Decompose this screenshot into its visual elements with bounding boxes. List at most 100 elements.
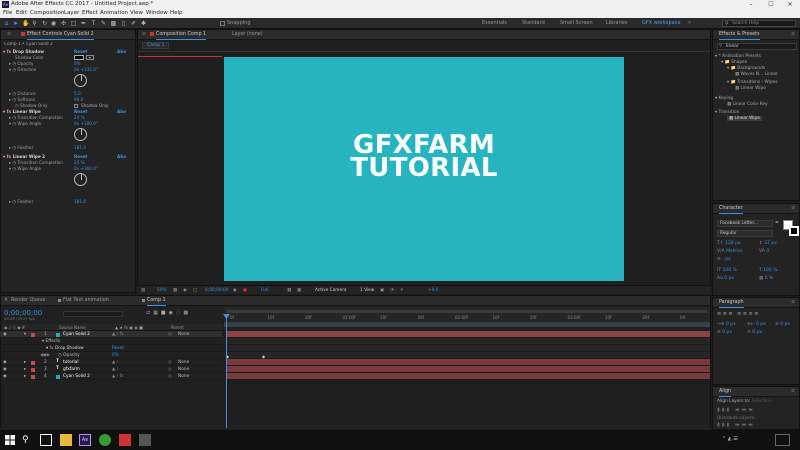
parent-pickwhip-icon[interactable]: ◎ — [168, 374, 172, 379]
workspace-essentials[interactable]: Essentials — [482, 20, 507, 26]
close-button[interactable]: ✕ — [780, 0, 800, 9]
view-layout-dropdown[interactable]: 1 View — [360, 288, 374, 293]
layer-bar[interactable] — [226, 359, 710, 366]
align-to-dropdown[interactable]: Selection — [752, 399, 772, 404]
panel-menu-icon[interactable]: ≡ — [791, 389, 795, 394]
menu-animation[interactable]: Animation — [100, 10, 128, 16]
after-effects-taskbar-icon[interactable]: Ae — [79, 434, 91, 446]
effect-drop-shadow[interactable]: ▾ fx Drop Shadow Reset Abo — [1, 49, 135, 55]
panel-menu-icon[interactable]: ≡ — [791, 32, 795, 37]
app-icon[interactable] — [139, 434, 151, 446]
layer-switches[interactable]: ▲ ∕ fx — [112, 374, 124, 379]
prop-shadow-only[interactable]: ◷ Shadow Only Shadow Only — [1, 103, 135, 109]
eyedropper-icon[interactable]: ✒ — [86, 55, 94, 60]
label-color[interactable] — [31, 360, 35, 365]
layer-row[interactable]: ◉ ▸ 4 Cyan Solid 2 ▲ ∕ fx ◎ None — [0, 373, 222, 380]
prop-opacity[interactable]: ▸ ◷ Opacity 0% — [1, 61, 135, 67]
roto-tool-icon[interactable]: ✐ — [130, 20, 137, 27]
prop-direction[interactable]: ▾ ◷ Direction 0x +135.0° — [1, 67, 135, 73]
menu-view[interactable]: View — [130, 10, 143, 16]
parent-dropdown[interactable]: None — [178, 367, 189, 372]
transparency-grid-icon[interactable]: ▩ — [297, 288, 301, 293]
about-link[interactable]: Abo — [117, 109, 126, 114]
layer-switches[interactable]: ▲ ∕ fx — [112, 332, 124, 337]
brush-tool-icon[interactable]: ✎ — [100, 20, 107, 27]
layer-name[interactable]: gfxfarm — [63, 367, 80, 372]
label-color[interactable] — [31, 367, 35, 372]
layer-bar[interactable] — [226, 366, 710, 373]
visibility-icon[interactable]: ◉ — [3, 374, 7, 379]
current-time-indicator[interactable] — [226, 314, 227, 430]
resolution-dropdown[interactable]: Full — [261, 288, 268, 293]
tree-animation-presets[interactable]: ▾ * Animation Presets — [715, 54, 761, 59]
horizontal-scale-field[interactable]: T 100 % — [759, 268, 777, 273]
pen-tool-icon[interactable]: ✒ — [80, 20, 87, 27]
app-icon[interactable] — [119, 434, 131, 446]
current-time[interactable]: 0;00;00;00 — [205, 288, 228, 293]
rotate-tool-icon[interactable]: ↻ — [41, 20, 48, 27]
notification-icon[interactable] — [775, 434, 790, 446]
layer-row[interactable]: ◉ ▾ 1 Cyan Solid 2 ▲ ∕ fx ◎ None — [0, 331, 222, 338]
search-icon[interactable]: ⚲ — [22, 434, 34, 446]
exposure-icon[interactable]: ☀ — [400, 288, 404, 293]
layer-name[interactable]: Cyan Solid 2 — [63, 374, 90, 379]
parent-pickwhip-icon[interactable]: ◎ — [168, 360, 172, 365]
shadow-only-checkbox[interactable] — [74, 103, 78, 108]
always-preview-icon[interactable]: ▦ — [141, 288, 145, 293]
flat-text-animation-tab[interactable]: Flat Text animation — [58, 298, 109, 303]
camera-tool-icon[interactable]: ◉ — [50, 20, 57, 27]
effect-controls-tab[interactable]: Effect Controls Cyan Solid 2 — [21, 32, 94, 40]
maximize-button[interactable]: ☐ — [761, 0, 781, 9]
workspace-libraries[interactable]: Libraries — [606, 20, 628, 26]
workspace-small-screen[interactable]: Small Screen — [560, 20, 593, 26]
shadow-color-swatch[interactable] — [74, 55, 84, 60]
timeline-timecode[interactable]: 0;00;00;00 — [4, 309, 42, 317]
prop-wipe-angle[interactable]: ▾ ◷ Wipe Angle 0x +180.0° — [1, 121, 135, 127]
parent-pickwhip-icon[interactable]: ◎ — [168, 332, 172, 337]
indent-first-field[interactable]: ≡ 0 px — [775, 322, 790, 327]
layer-tab[interactable]: Layer (none) — [232, 32, 263, 37]
leading-field[interactable]: ↕ 37 px — [759, 241, 777, 246]
selection-tool-icon[interactable]: ➤ — [12, 20, 19, 27]
menu-composition[interactable]: Composition — [30, 10, 64, 16]
tree-waves-linear[interactable]: ▦ Waves N... Linear — [735, 72, 778, 77]
tracking-field[interactable]: VA 0 — [759, 249, 769, 254]
space-after-field[interactable]: ≡ 0 px — [747, 330, 762, 335]
layer-row[interactable]: ◉ ▸ 3 T gfxfarm ▲ ∕ ◎ None — [0, 366, 222, 373]
toggle-pixel-aspect-icon[interactable]: ▣ — [380, 288, 384, 293]
label-color[interactable] — [31, 374, 35, 379]
puppet-tool-icon[interactable]: ✱ — [140, 20, 147, 27]
layer-bar[interactable] — [226, 373, 710, 380]
pan-behind-tool-icon[interactable]: ✣ — [60, 20, 67, 27]
snapping-checkbox[interactable] — [220, 21, 225, 26]
space-before-field[interactable]: ≡ 0 px — [717, 330, 732, 335]
tree-backgrounds[interactable]: ▾ 📁 Backgrounds — [727, 66, 765, 71]
expand-icon[interactable]: ▸ — [24, 360, 26, 365]
camera-dropdown[interactable]: Active Camera — [315, 288, 347, 293]
visibility-icon[interactable]: ◉ — [3, 332, 7, 337]
visibility-icon[interactable]: ◉ — [3, 360, 7, 365]
region-icon[interactable]: □ — [193, 288, 197, 293]
layer-row[interactable]: ◉ ▸ 2 T tutorial ▲ ∕ ◎ None — [0, 359, 222, 366]
menu-window[interactable]: Window — [146, 10, 168, 16]
align-tab[interactable]: Align — [719, 389, 732, 397]
tree-linear-color-key[interactable]: ▦ Linear Color Key — [727, 102, 768, 107]
stamp-tool-icon[interactable]: ▩ — [110, 20, 117, 27]
panel-menu-icon[interactable]: ≡ — [142, 32, 146, 37]
comp-navigator-button[interactable]: Comp 1 — [142, 42, 170, 49]
effect-linear-wipe-2[interactable]: ▾ fx Linear Wipe 2 Reset Abo — [1, 154, 135, 160]
kerning-field[interactable]: V/A Metrics — [717, 249, 742, 254]
effects-search-input[interactable]: ⚲ linear — [717, 43, 797, 50]
sublayer-row[interactable]: ◀◆▶ ◷ Opacity 0% — [0, 352, 222, 359]
menu-edit[interactable]: Edit — [16, 10, 27, 16]
expand-icon[interactable]: ▸ — [24, 367, 26, 372]
parent-dropdown[interactable]: None — [178, 332, 189, 337]
search-help-input[interactable]: ⚲ Search Help — [722, 20, 796, 27]
menu-effect[interactable]: Effect — [82, 10, 98, 16]
timeline-empty-area[interactable] — [226, 380, 710, 424]
task-view-icon[interactable] — [40, 434, 52, 446]
composition-canvas[interactable]: GFXFARM TUTORIAL — [224, 57, 624, 281]
file-explorer-icon[interactable] — [60, 434, 72, 446]
parent-dropdown[interactable]: None — [178, 360, 189, 365]
tree-transition[interactable]: ▾ Transition — [715, 110, 739, 115]
